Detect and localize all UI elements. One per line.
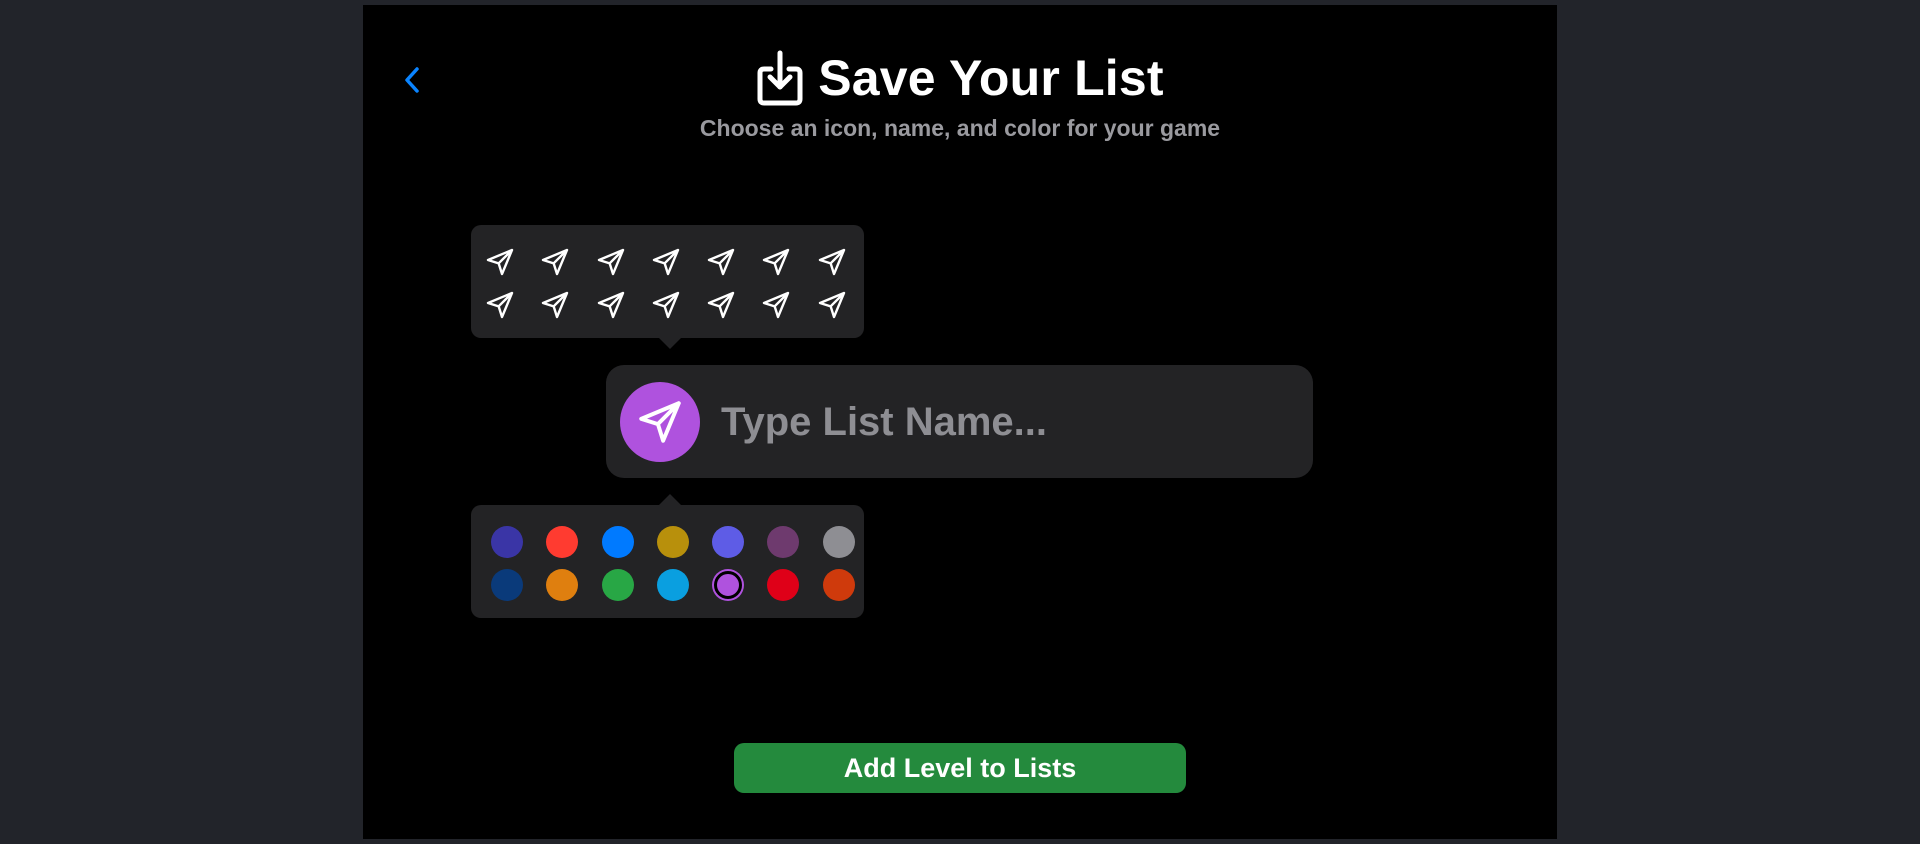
paperplane-icon <box>597 291 624 319</box>
icon-option[interactable] <box>594 288 628 322</box>
paperplane-icon <box>597 248 624 276</box>
paperplane-icon <box>542 248 569 276</box>
icon-option[interactable] <box>538 288 572 322</box>
icon-option[interactable] <box>483 288 517 322</box>
color-swatch[interactable] <box>767 526 800 558</box>
paperplane-icon <box>486 291 514 319</box>
color-swatch[interactable] <box>767 569 800 601</box>
paperplane-icon <box>652 291 680 319</box>
paperplane-icon <box>639 401 681 443</box>
paperplane-icon <box>763 248 790 276</box>
color-swatch[interactable] <box>601 569 634 601</box>
color-swatch-selected[interactable] <box>714 571 743 599</box>
color-swatch[interactable] <box>546 569 579 601</box>
icon-option[interactable] <box>815 245 849 279</box>
color-swatch[interactable] <box>491 526 523 558</box>
color-swatch[interactable] <box>546 526 579 558</box>
page-title: Save Your List <box>818 50 1164 106</box>
selected-icon-avatar[interactable] <box>620 382 700 462</box>
paperplane-icon <box>818 248 845 276</box>
header: Save Your List Choose an icon, name, and… <box>363 45 1557 142</box>
color-swatch[interactable] <box>822 569 855 601</box>
paperplane-icon <box>486 248 514 276</box>
color-swatch[interactable] <box>712 526 745 558</box>
color-swatch-grid <box>491 526 855 601</box>
icon-option[interactable] <box>704 288 738 322</box>
paperplane-icon <box>542 291 569 319</box>
color-swatch[interactable] <box>601 526 634 558</box>
title-row: Save Your List <box>363 45 1557 111</box>
icon-option[interactable] <box>594 245 628 279</box>
page-subtitle: Choose an icon, name, and color for your… <box>699 115 1221 141</box>
save-list-screen: Save Your List Choose an icon, name, and… <box>363 5 1557 839</box>
icon-option[interactable] <box>759 245 793 279</box>
color-picker-popover <box>471 494 864 618</box>
paperplane-icon <box>652 248 680 276</box>
paperplane-icon <box>818 291 845 319</box>
paperplane-icon <box>763 291 790 319</box>
color-swatch[interactable] <box>656 526 689 558</box>
icon-option[interactable] <box>759 288 793 322</box>
list-name-input[interactable] <box>721 393 1281 451</box>
icon-picker-popover <box>471 225 864 349</box>
paperplane-icon <box>707 248 735 276</box>
icon-option[interactable] <box>649 288 683 322</box>
list-name-field <box>606 365 1313 478</box>
add-level-to-lists-button[interactable]: Add Level to Lists <box>734 743 1186 793</box>
color-swatch[interactable] <box>491 569 523 601</box>
icon-option[interactable] <box>704 245 738 279</box>
icon-option[interactable] <box>815 288 849 322</box>
icon-option[interactable] <box>483 245 517 279</box>
icon-option[interactable] <box>538 245 572 279</box>
paperplane-icon <box>707 291 735 319</box>
color-swatch[interactable] <box>656 569 689 601</box>
icon-option[interactable] <box>649 245 683 279</box>
color-swatch[interactable] <box>822 526 855 558</box>
square-and-arrow-down-icon <box>757 50 803 106</box>
icon-grid <box>483 245 849 322</box>
